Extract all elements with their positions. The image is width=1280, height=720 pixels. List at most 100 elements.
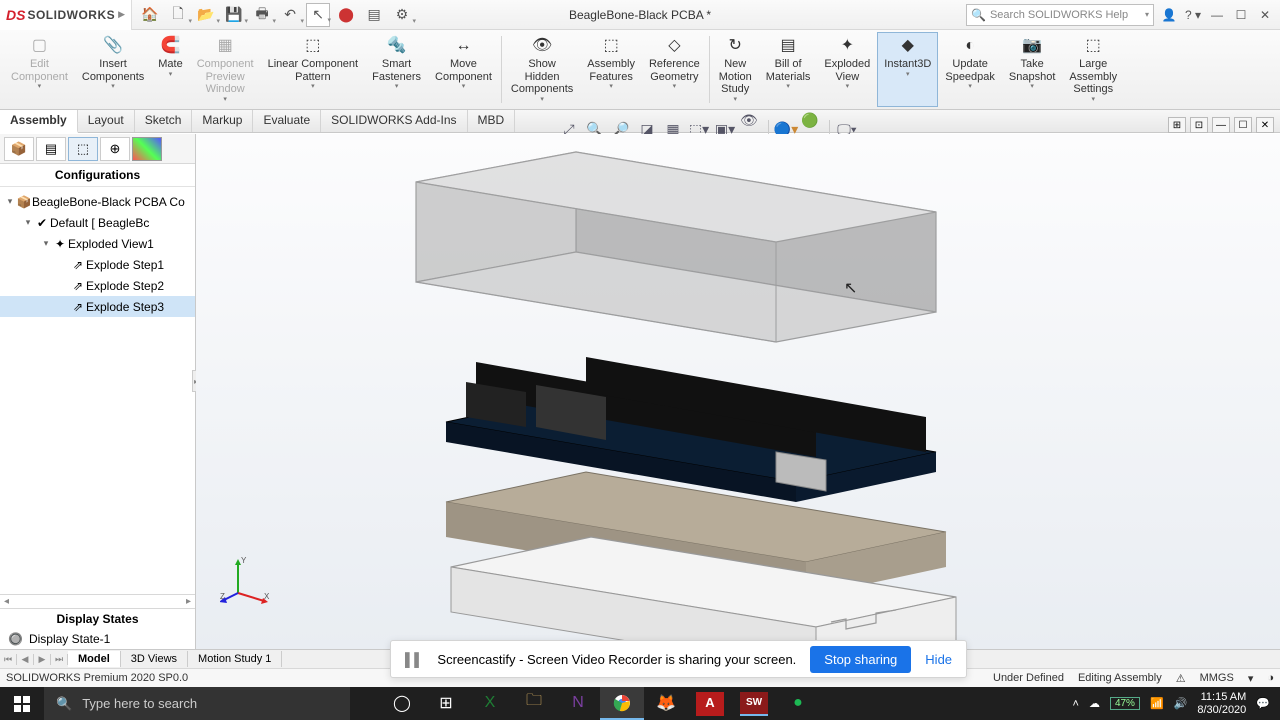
take-snapshot-button[interactable]: 📷TakeSnapshot▾ bbox=[1002, 32, 1062, 107]
excel-app[interactable]: X bbox=[468, 687, 512, 720]
acrobat-app[interactable]: A bbox=[696, 692, 724, 716]
save-button[interactable]: 💾▾ bbox=[222, 3, 246, 27]
viewport-expand-button[interactable]: ⊡ bbox=[1190, 117, 1208, 133]
home-button[interactable]: 🏠 bbox=[138, 3, 162, 27]
svg-text:X: X bbox=[264, 592, 270, 601]
tree-twisty-icon[interactable]: ▾ bbox=[4, 196, 16, 207]
tray-overflow-button[interactable]: ˄ bbox=[1073, 698, 1079, 710]
maximize-button[interactable]: ☐ bbox=[1232, 6, 1250, 24]
large-assembly-settings-button[interactable]: ⬚LargeAssemblySettings▾ bbox=[1062, 32, 1124, 107]
taskbar-search-input[interactable]: 🔍 Type here to search bbox=[44, 687, 350, 720]
open-button[interactable]: 📂▾ bbox=[194, 3, 218, 27]
update-speedpak-button[interactable]: ◐UpdateSpeedpak▾ bbox=[938, 32, 1002, 107]
battery-indicator[interactable]: 47% bbox=[1110, 697, 1140, 710]
select-button[interactable]: ↖▾ bbox=[306, 3, 330, 27]
viewport-tile-button[interactable]: ⊞ bbox=[1168, 117, 1186, 133]
tree-item[interactable]: ▾📦BeagleBone-Black PCBA Co bbox=[0, 191, 195, 212]
notifications-button[interactable]: 💬 bbox=[1256, 697, 1270, 710]
insert-components-button[interactable]: 📎InsertComponents▾ bbox=[75, 32, 151, 107]
tab-solidworks-add-ins[interactable]: SOLIDWORKS Add-Ins bbox=[321, 110, 467, 132]
chrome-app[interactable] bbox=[600, 687, 644, 720]
doc-tab-motion-study-1[interactable]: Motion Study 1 bbox=[188, 651, 282, 667]
tree-twisty-icon[interactable]: ▾ bbox=[22, 217, 34, 228]
hide-notification-button[interactable]: Hide bbox=[925, 652, 952, 667]
viewport-close-button[interactable]: ✕ bbox=[1256, 117, 1274, 133]
tree-item-icon: 📦 bbox=[16, 195, 32, 209]
tree-twisty-icon[interactable]: ▾ bbox=[40, 238, 52, 249]
dimxpert-tab[interactable]: ⊕ bbox=[100, 137, 130, 161]
tab-nav-buttons[interactable]: ⏮◀▶⏭ bbox=[0, 654, 68, 665]
display-manager-tab[interactable] bbox=[132, 137, 162, 161]
tab-sketch[interactable]: Sketch bbox=[135, 110, 193, 132]
status-warning-icon[interactable]: ⚠ bbox=[1176, 672, 1186, 685]
tree-item[interactable]: ▾✦Exploded View1 bbox=[0, 233, 195, 254]
property-manager-tab[interactable]: ▤ bbox=[36, 137, 66, 161]
chevron-down-icon: ▾ bbox=[38, 83, 42, 91]
status-units[interactable]: MMGS bbox=[1200, 672, 1234, 684]
tree-item[interactable]: ⇗Explode Step1 bbox=[0, 254, 195, 275]
task-view-button[interactable]: ⊞ bbox=[424, 687, 468, 720]
display-state-item[interactable]: 🔘 Display State-1 bbox=[0, 629, 195, 649]
ribbon-icon: ⬚ bbox=[305, 35, 320, 57]
start-button[interactable] bbox=[0, 687, 44, 720]
linearcomponent-pattern-button[interactable]: ⬚Linear ComponentPattern▾ bbox=[261, 32, 366, 107]
orientation-triad[interactable]: Y X Z bbox=[220, 555, 270, 605]
graphics-viewport[interactable]: ↖ Y X Z bbox=[196, 134, 1280, 649]
display-states-header: Display States bbox=[0, 609, 195, 629]
spotify-app[interactable]: ● bbox=[776, 687, 820, 720]
user-button[interactable]: 👤 bbox=[1160, 6, 1178, 24]
options-list-button[interactable]: ▤ bbox=[362, 3, 386, 27]
move-component-button[interactable]: ↔MoveComponent▾ bbox=[428, 32, 499, 107]
minimize-button[interactable]: — bbox=[1208, 6, 1226, 24]
instant3d-button[interactable]: ◆Instant3D▾ bbox=[877, 32, 938, 107]
file-explorer-app[interactable]: 🗀 bbox=[512, 687, 556, 720]
feature-tree-tab[interactable]: 📦 bbox=[4, 137, 34, 161]
volume-icon[interactable]: 🔊 bbox=[1174, 697, 1188, 710]
tab-evaluate[interactable]: Evaluate bbox=[253, 110, 321, 132]
new-button[interactable]: 🗋▾ bbox=[166, 3, 190, 27]
help-search-input[interactable]: 🔍 Search SOLIDWORKS Help ▾ bbox=[966, 4, 1154, 26]
reference-geometry-button[interactable]: ◇ReferenceGeometry▾ bbox=[642, 32, 707, 107]
tree-scrollbar[interactable]: ◂▸ bbox=[0, 594, 195, 608]
help-button[interactable]: ? ▾ bbox=[1184, 6, 1202, 24]
tree-item[interactable]: ▾✔Default [ BeagleBc bbox=[0, 212, 195, 233]
configuration-manager-tab[interactable]: ⬚ bbox=[68, 137, 98, 161]
solidworks-app[interactable]: SW bbox=[740, 692, 768, 716]
status-menu-icon[interactable]: ▾ bbox=[1248, 672, 1254, 685]
close-button[interactable]: ✕ bbox=[1256, 6, 1274, 24]
assembly-features-button[interactable]: ⬚AssemblyFeatures▾ bbox=[580, 32, 642, 107]
tab-markup[interactable]: Markup bbox=[192, 110, 253, 132]
clock[interactable]: 11:15 AM 8/30/2020 bbox=[1197, 691, 1246, 715]
print-button[interactable]: 🖶▾ bbox=[250, 3, 274, 27]
new-motion-study-button[interactable]: ↻NewMotionStudy▾ bbox=[712, 32, 759, 107]
undo-button[interactable]: ↶▾ bbox=[278, 3, 302, 27]
chevron-down-icon: ▾ bbox=[223, 96, 227, 104]
status-custom-icon[interactable]: ◑ bbox=[1267, 672, 1274, 684]
show-hidden-components-button[interactable]: 👁ShowHiddenComponents▾ bbox=[504, 32, 580, 107]
tab-mbd[interactable]: MBD bbox=[468, 110, 516, 132]
onenote-app[interactable]: N bbox=[556, 687, 600, 720]
cortana-button[interactable]: ◯ bbox=[380, 687, 424, 720]
ribbon-icon: ▤ bbox=[781, 35, 796, 57]
command-ribbon: ▢EditComponent▾📎InsertComponents▾🧲Mate▾▦… bbox=[0, 30, 1280, 110]
configuration-tree[interactable]: ▾📦BeagleBone-Black PCBA Co▾✔Default [ Be… bbox=[0, 187, 195, 594]
mate-button[interactable]: 🧲Mate▾ bbox=[151, 32, 189, 107]
settings-button[interactable]: ⚙▾ bbox=[390, 3, 414, 27]
tab-layout[interactable]: Layout bbox=[78, 110, 135, 132]
app-menu-button[interactable]: DS SOLIDWORKS ▶ bbox=[0, 0, 132, 30]
tab-assembly[interactable]: Assembly bbox=[0, 110, 78, 133]
stop-sharing-button[interactable]: Stop sharing bbox=[810, 646, 911, 673]
wifi-icon[interactable]: 📶 bbox=[1150, 697, 1164, 710]
tree-item[interactable]: ⇗Explode Step2 bbox=[0, 275, 195, 296]
doc-tab-3d-views[interactable]: 3D Views bbox=[121, 651, 188, 667]
firefox-app[interactable]: 🦊 bbox=[644, 687, 688, 720]
viewport-maximize-button[interactable]: ☐ bbox=[1234, 117, 1252, 133]
rebuild-button[interactable]: ⬤ bbox=[334, 3, 358, 27]
cloud-icon[interactable]: ☁ bbox=[1089, 697, 1100, 710]
billof-materials-button[interactable]: ▤Bill ofMaterials▾ bbox=[759, 32, 818, 107]
exploded-view-button[interactable]: ✦ExplodedView▾ bbox=[817, 32, 877, 107]
smart-fasteners-button[interactable]: 🔩SmartFasteners▾ bbox=[365, 32, 428, 107]
doc-tab-model[interactable]: Model bbox=[68, 651, 121, 667]
viewport-minimize-button[interactable]: — bbox=[1212, 117, 1230, 133]
tree-item[interactable]: ⇗Explode Step3 bbox=[0, 296, 195, 317]
